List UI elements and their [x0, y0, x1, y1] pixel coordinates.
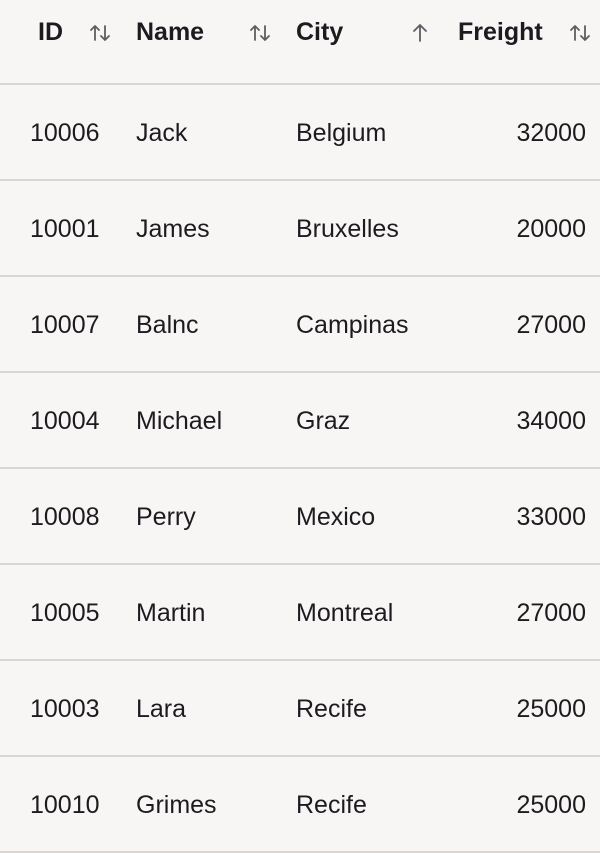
cell-name: Perry — [136, 502, 196, 531]
cell-name: Balnc — [136, 310, 199, 339]
cell-city: Campinas — [296, 310, 409, 339]
cell-city: Belgium — [296, 118, 387, 147]
cell-id: 10010 — [30, 790, 100, 819]
table-row[interactable]: 10005 Martin Montreal 27000 — [0, 565, 600, 661]
table-row[interactable]: 10010 Grimes Recife 25000 — [0, 757, 600, 853]
cell-freight: 27000 — [516, 598, 586, 627]
cell-city: Mexico — [296, 502, 376, 531]
sort-both-icon[interactable] — [567, 19, 593, 47]
table-row[interactable]: 10004 Michael Graz 34000 — [0, 373, 600, 469]
cell-city: Bruxelles — [296, 214, 399, 243]
grid-header: ID Name City Freight — [0, 0, 600, 85]
cell-id: 10003 — [30, 694, 100, 723]
cell-freight: 20000 — [516, 214, 586, 243]
column-header-city[interactable]: City — [296, 0, 343, 64]
cell-id: 10008 — [30, 502, 100, 531]
cell-freight: 32000 — [516, 118, 586, 147]
cell-freight: 27000 — [516, 310, 586, 339]
cell-name: Lara — [136, 694, 187, 723]
sort-ascending-icon[interactable] — [407, 19, 433, 47]
cell-city: Recife — [296, 694, 367, 723]
column-header-name[interactable]: Name — [136, 0, 204, 64]
cell-name: James — [136, 214, 210, 243]
cell-freight: 25000 — [516, 694, 586, 723]
column-header-id[interactable]: ID — [38, 0, 63, 64]
column-header-name-label: Name — [136, 17, 205, 46]
cell-city: Recife — [296, 790, 367, 819]
cell-city: Graz — [296, 406, 351, 435]
cell-id: 10005 — [30, 598, 100, 627]
sort-both-icon[interactable] — [87, 19, 113, 47]
cell-name: Grimes — [136, 790, 217, 819]
cell-freight: 33000 — [516, 502, 586, 531]
cell-id: 10004 — [30, 406, 100, 435]
column-header-freight[interactable]: Freight — [458, 0, 543, 64]
cell-name: Jack — [136, 118, 188, 147]
data-grid: ID Name City Freight 10006 Jack Belgium … — [0, 0, 600, 853]
table-row[interactable]: 10006 Jack Belgium 32000 — [0, 85, 600, 181]
sort-both-icon[interactable] — [247, 19, 273, 47]
column-header-freight-label: Freight — [458, 17, 543, 46]
table-row[interactable]: 10001 James Bruxelles 20000 — [0, 181, 600, 277]
cell-id: 10007 — [30, 310, 100, 339]
column-header-city-label: City — [296, 17, 344, 46]
cell-city: Montreal — [296, 598, 394, 627]
cell-freight: 34000 — [516, 406, 586, 435]
cell-id: 10006 — [30, 118, 100, 147]
column-header-id-label: ID — [38, 17, 63, 46]
cell-name: Michael — [136, 406, 223, 435]
table-row[interactable]: 10003 Lara Recife 25000 — [0, 661, 600, 757]
cell-name: Martin — [136, 598, 206, 627]
cell-freight: 25000 — [516, 790, 586, 819]
cell-id: 10001 — [30, 214, 100, 243]
table-row[interactable]: 10007 Balnc Campinas 27000 — [0, 277, 600, 373]
table-row[interactable]: 10008 Perry Mexico 33000 — [0, 469, 600, 565]
